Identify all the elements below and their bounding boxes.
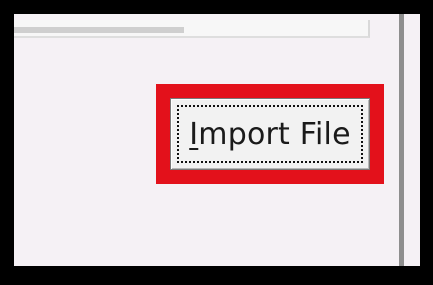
import-file-label: Import File <box>189 117 351 152</box>
horizontal-scrollbar[interactable] <box>14 20 370 38</box>
focus-rectangle: Import File <box>177 105 363 163</box>
dialog-panel: Import File <box>14 14 420 266</box>
vertical-divider <box>399 14 404 266</box>
mnemonic-letter: I <box>189 116 199 152</box>
scrollbar-thumb[interactable] <box>14 27 184 33</box>
label-rest: mport File <box>198 116 351 152</box>
import-file-button[interactable]: Import File <box>170 98 370 170</box>
screenshot-frame: Import File <box>0 0 433 285</box>
highlight-box: Import File <box>156 84 384 184</box>
